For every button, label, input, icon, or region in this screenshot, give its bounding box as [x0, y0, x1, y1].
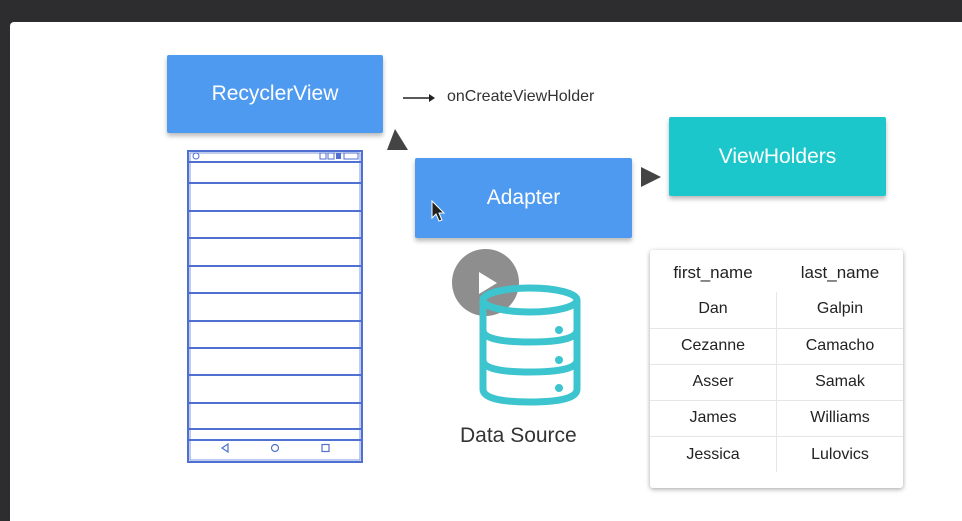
callback-label: onCreateViewHolder — [447, 88, 595, 105]
recyclerview-box: RecyclerView — [167, 55, 383, 133]
table-header-first-name: first_name — [673, 263, 753, 282]
arrow-to-viewholders-icon — [641, 167, 661, 187]
data-source-label: Data Source — [460, 424, 577, 447]
callback-arrow-icon — [403, 94, 435, 102]
table-cell: Dan — [698, 300, 728, 317]
table-cell: Cezanne — [680, 337, 746, 354]
status-bar-icons — [192, 152, 359, 160]
list-item-dividers — [188, 161, 362, 441]
table-cell: Lulovics — [811, 446, 869, 463]
table-cell: Williams — [810, 409, 870, 426]
phone-wireframe — [187, 150, 363, 463]
nav-bar-icons — [220, 442, 330, 454]
data-table: first_name last_name Dan Galpin Cezanne … — [650, 250, 903, 488]
arrow-to-recyclerview-icon — [387, 129, 408, 150]
table-cell: Asser — [692, 373, 734, 390]
adapter-box: Adapter — [415, 158, 632, 238]
video-top-bar — [0, 0, 962, 22]
table-cell: James — [689, 409, 737, 426]
table-header-last-name: last_name — [800, 263, 880, 282]
table-cell: Galpin — [816, 300, 864, 317]
adapter-label: Adapter — [486, 186, 561, 209]
table-cell: Jessica — [686, 446, 740, 463]
viewholders-label: ViewHolders — [718, 144, 837, 168]
database-icon — [479, 284, 581, 406]
mouse-cursor-icon — [431, 200, 446, 222]
table-cell: Samak — [815, 373, 865, 390]
table-cell: Camacho — [805, 337, 875, 354]
recyclerview-label: RecyclerView — [211, 82, 339, 105]
viewholders-box: ViewHolders — [669, 117, 886, 196]
